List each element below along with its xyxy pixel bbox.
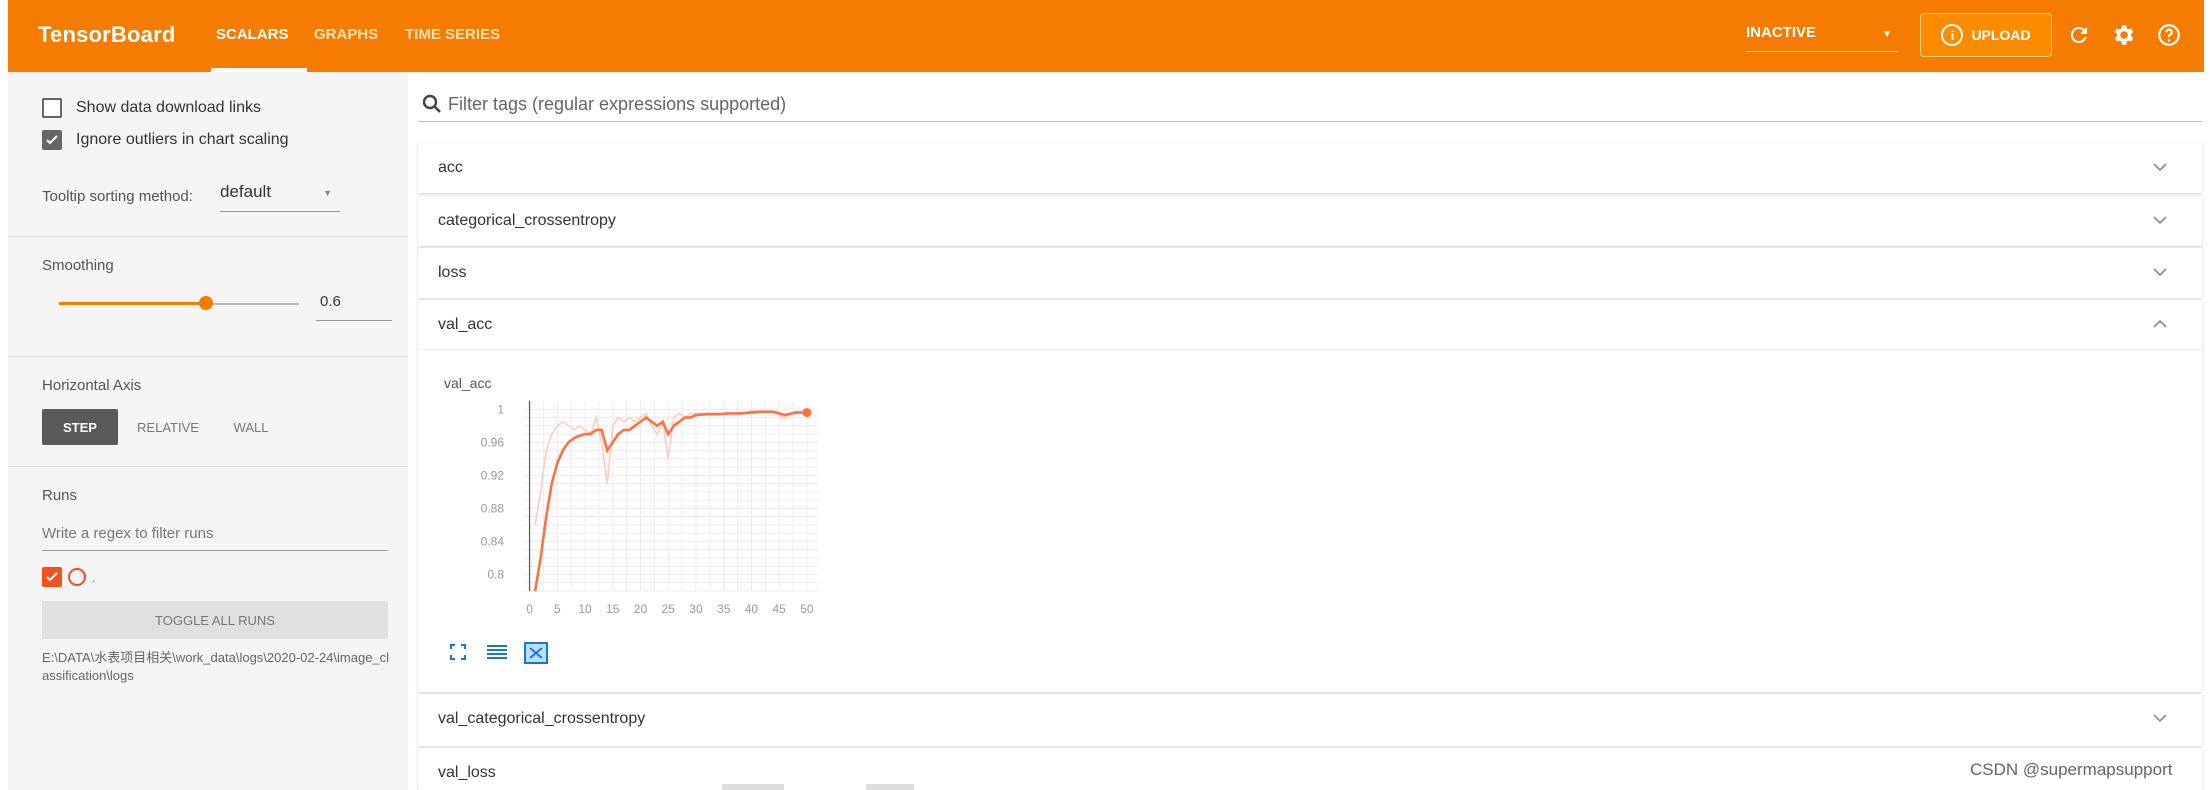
checkbox-unchecked-icon <box>42 98 62 118</box>
app-title[interactable]: TensorBoard <box>38 22 175 48</box>
x-tick-label: 40 <box>745 602 759 616</box>
x-tick-label: 50 <box>800 602 814 616</box>
run-checkbox[interactable] <box>42 567 62 587</box>
y-tick-label: 0.96 <box>481 435 505 449</box>
run-row: . <box>42 567 96 587</box>
horizontal-axis-section: Horizontal Axis STEP RELATIVE WALL <box>8 357 408 467</box>
refresh-icon[interactable] <box>2064 20 2094 50</box>
tooltip-sorting-value: default <box>220 182 272 201</box>
y-tick-label: 0.8 <box>487 567 504 581</box>
watermark-text: CSDN @supermapsupport <box>1970 760 2173 779</box>
upload-button[interactable]: i UPLOAD <box>1920 13 2052 57</box>
smoothing-slider-fill <box>59 302 205 305</box>
card-title: categorical_crossentropy <box>438 212 616 229</box>
smoothing-slider-knob[interactable] <box>199 296 213 310</box>
tab-graphs[interactable]: GRAPHS <box>314 26 378 43</box>
runs-label: Runs <box>42 487 78 504</box>
help-icon[interactable] <box>2154 20 2184 50</box>
plugin-select-value: INACTIVE <box>1746 24 1817 41</box>
fullscreen-icon[interactable] <box>448 642 468 667</box>
x-tick-label: 5 <box>554 602 561 616</box>
scroll-artifact <box>866 784 914 790</box>
ignore-outliers-checkbox[interactable]: Ignore outliers in chart scaling <box>42 130 289 150</box>
tag-card-categorical-crossentropy[interactable]: categorical_crossentropy <box>418 196 2202 246</box>
top-app-bar: TensorBoard SCALARS GRAPHS TIME SERIES I… <box>8 0 2204 72</box>
axis-step-button[interactable]: STEP <box>42 409 118 445</box>
x-tick-label: 30 <box>689 602 703 616</box>
tag-filter-input[interactable]: Filter tags (regular expressions support… <box>418 88 2202 122</box>
settings-gear-icon[interactable] <box>2108 20 2138 50</box>
x-tick-label: 25 <box>662 602 676 616</box>
smoothing-section: Smoothing 0.6 <box>8 237 408 357</box>
runs-section: Runs Write a regex to filter runs . TOGG… <box>8 467 408 787</box>
y-tick-label: 0.92 <box>481 468 505 482</box>
scalar-chart: val_acc 0.8 0.84 0.88 0.92 0.96 1 0 5 10 15 20 25 30… <box>432 367 852 667</box>
x-tick-label: 45 <box>772 602 786 616</box>
tag-card-val-categorical-crossentropy[interactable]: val_categorical_crossentropy <box>418 694 2202 746</box>
x-tick-label: 15 <box>606 602 620 616</box>
y-tick-label: 0.88 <box>481 501 505 515</box>
chevron-down-icon[interactable] <box>2152 712 2168 724</box>
axis-button-group: STEP RELATIVE WALL <box>42 409 302 445</box>
x-tick-label: 0 <box>526 602 533 616</box>
plugin-select[interactable]: INACTIVE ▼ <box>1746 24 1898 52</box>
info-icon: i <box>1941 24 1964 46</box>
tooltip-sorting-label: Tooltip sorting method: <box>42 188 193 205</box>
y-tick-label: 1 <box>497 402 504 416</box>
tag-card-val-loss[interactable]: val_loss <box>418 748 2202 790</box>
dropdown-arrow-icon: ▼ <box>323 188 332 198</box>
horizontal-axis-label: Horizontal Axis <box>42 377 142 394</box>
card-title: val_loss <box>438 764 496 781</box>
chevron-down-icon[interactable] <box>2152 266 2168 278</box>
fit-domain-icon[interactable] <box>524 642 548 669</box>
show-download-links-checkbox[interactable]: Show data download links <box>42 98 261 118</box>
checkbox-checked-icon <box>42 130 62 150</box>
chevron-up-icon[interactable] <box>2152 318 2168 330</box>
toggle-all-runs-button[interactable]: TOGGLE ALL RUNS <box>42 601 388 639</box>
run-name: . <box>92 569 96 585</box>
tab-scalars[interactable]: SCALARS <box>216 26 289 43</box>
card-title: val_categorical_crossentropy <box>438 710 646 727</box>
val-acc-chart-svg[interactable]: 0.80.840.880.920.9610 5 10 15 20 25 30 35 40 45 50 <box>432 391 852 661</box>
card-header[interactable]: val_acc <box>418 300 2202 350</box>
toggle-log-scale-icon[interactable] <box>486 642 508 667</box>
ignore-outliers-label: Ignore outliers in chart scaling <box>76 131 289 148</box>
tag-card-acc[interactable]: acc <box>418 143 2202 193</box>
scroll-artifact <box>722 784 784 790</box>
chevron-down-icon[interactable] <box>2152 214 2168 226</box>
tag-filter-placeholder: Filter tags (regular expressions support… <box>448 94 787 114</box>
card-title: acc <box>438 159 463 176</box>
x-tick-label: 20 <box>634 602 648 616</box>
options-section: Show data download links Ignore outliers… <box>8 72 408 237</box>
show-download-links-label: Show data download links <box>76 99 262 116</box>
axis-wall-button[interactable]: WALL <box>216 409 286 445</box>
axis-relative-button[interactable]: RELATIVE <box>126 409 210 445</box>
tooltip-sorting-select[interactable]: default ▼ <box>220 182 340 212</box>
runs-filter-input[interactable]: Write a regex to filter runs <box>42 525 388 551</box>
series-last-point <box>802 408 812 418</box>
tab-time-series[interactable]: TIME SERIES <box>405 26 500 43</box>
search-icon <box>422 94 442 119</box>
x-tick-label: 10 <box>578 602 592 616</box>
smoothing-value-input[interactable]: 0.6 <box>316 293 392 321</box>
chart-title: val_acc <box>444 375 492 391</box>
y-tick-label: 0.84 <box>481 534 505 548</box>
x-tick-label: 35 <box>717 602 731 616</box>
run-color-radio-icon[interactable] <box>68 568 86 586</box>
dropdown-arrow-icon: ▼ <box>1882 29 1892 40</box>
tag-card-loss[interactable]: loss <box>418 248 2202 298</box>
card-title: val_acc <box>438 316 493 333</box>
upload-label: UPLOAD <box>1971 27 2031 43</box>
sidebar: Show data download links Ignore outliers… <box>8 72 408 790</box>
chevron-down-icon[interactable] <box>2152 161 2168 173</box>
smoothing-label: Smoothing <box>42 257 114 274</box>
card-title: loss <box>438 264 467 281</box>
run-path-text: E:\DATA\水表项目相关\work_data\logs\2020-02-24… <box>42 650 390 683</box>
